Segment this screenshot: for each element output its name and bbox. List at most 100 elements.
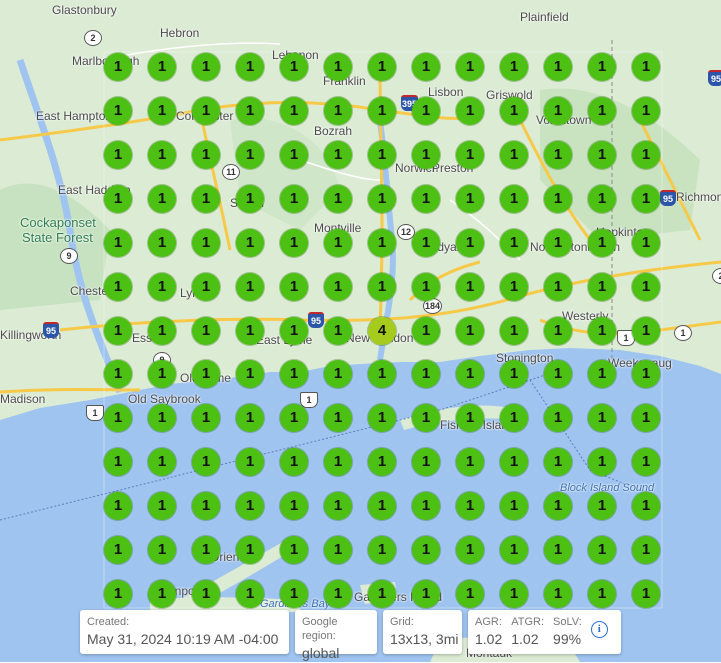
rank-pin[interactable]: 1 xyxy=(588,492,616,521)
rank-pin[interactable]: 1 xyxy=(588,184,616,213)
rank-pin[interactable]: 1 xyxy=(588,580,616,608)
rank-pin[interactable]: 1 xyxy=(192,316,220,345)
rank-pin[interactable]: 1 xyxy=(456,53,484,81)
rank-pin[interactable]: 1 xyxy=(544,536,572,565)
rank-pin[interactable]: 1 xyxy=(412,96,440,125)
rank-pin[interactable]: 1 xyxy=(236,228,264,257)
rank-pin[interactable]: 1 xyxy=(280,184,308,213)
rank-pin[interactable]: 1 xyxy=(500,536,528,565)
rank-pin[interactable]: 1 xyxy=(280,316,308,345)
rank-pin[interactable]: 1 xyxy=(632,140,660,169)
rank-pin[interactable]: 1 xyxy=(632,580,660,608)
rank-pin[interactable]: 1 xyxy=(368,96,396,125)
rank-pin[interactable]: 1 xyxy=(500,492,528,521)
rank-pin[interactable]: 1 xyxy=(236,96,264,125)
rank-pin[interactable]: 1 xyxy=(192,96,220,125)
rank-pin[interactable]: 1 xyxy=(456,580,484,608)
rank-pin[interactable]: 1 xyxy=(192,580,220,608)
rank-pin[interactable]: 1 xyxy=(236,536,264,565)
rank-pin[interactable]: 1 xyxy=(500,316,528,345)
rank-pin[interactable]: 1 xyxy=(412,272,440,301)
rank-pin[interactable]: 1 xyxy=(588,96,616,125)
rank-pin[interactable]: 1 xyxy=(368,53,396,81)
rank-pin[interactable]: 1 xyxy=(236,184,264,213)
rank-pin[interactable]: 1 xyxy=(148,184,176,213)
rank-pin[interactable]: 1 xyxy=(632,536,660,565)
rank-pin[interactable]: 1 xyxy=(324,316,352,345)
rank-pin[interactable]: 1 xyxy=(324,580,352,608)
rank-pin[interactable]: 1 xyxy=(324,140,352,169)
rank-pin[interactable]: 1 xyxy=(192,184,220,213)
rank-pin[interactable]: 1 xyxy=(544,316,572,345)
rank-pin[interactable]: 1 xyxy=(192,536,220,565)
rank-pin[interactable]: 1 xyxy=(412,316,440,345)
rank-pin[interactable]: 1 xyxy=(104,53,132,81)
rank-pin[interactable]: 1 xyxy=(280,140,308,169)
rank-pin[interactable]: 1 xyxy=(456,140,484,169)
rank-pin[interactable]: 1 xyxy=(500,580,528,608)
rank-pin[interactable]: 1 xyxy=(104,184,132,213)
rank-pin[interactable]: 1 xyxy=(148,96,176,125)
rank-pin[interactable]: 1 xyxy=(324,492,352,521)
rank-pin[interactable]: 1 xyxy=(412,228,440,257)
rank-pin[interactable]: 1 xyxy=(324,53,352,81)
rank-pin[interactable]: 1 xyxy=(148,272,176,301)
rank-pin[interactable]: 1 xyxy=(324,184,352,213)
rank-pin[interactable]: 1 xyxy=(280,492,308,521)
rank-pin[interactable]: 1 xyxy=(236,580,264,608)
rank-pin[interactable]: 1 xyxy=(368,536,396,565)
rank-pin[interactable]: 1 xyxy=(456,536,484,565)
rank-pin[interactable]: 1 xyxy=(588,272,616,301)
rank-pin[interactable]: 1 xyxy=(324,536,352,565)
rank-pin[interactable]: 1 xyxy=(104,228,132,257)
rank-pin[interactable]: 4 xyxy=(368,316,396,345)
rank-pin[interactable]: 1 xyxy=(236,53,264,81)
rank-pin[interactable]: 1 xyxy=(544,140,572,169)
rank-pin[interactable]: 1 xyxy=(412,580,440,608)
rank-pin[interactable]: 1 xyxy=(456,492,484,521)
rank-pin[interactable]: 1 xyxy=(104,140,132,169)
rank-pin[interactable]: 1 xyxy=(632,228,660,257)
rank-pin[interactable]: 1 xyxy=(500,184,528,213)
rank-pin[interactable]: 1 xyxy=(456,184,484,213)
rank-pin[interactable]: 1 xyxy=(280,272,308,301)
rank-pin[interactable]: 1 xyxy=(236,492,264,521)
rank-pin[interactable]: 1 xyxy=(368,140,396,169)
rank-pin[interactable]: 1 xyxy=(544,580,572,608)
rank-pin[interactable]: 1 xyxy=(324,272,352,301)
rank-pin[interactable]: 1 xyxy=(280,53,308,81)
rank-pin[interactable]: 1 xyxy=(456,96,484,125)
rank-pin[interactable]: 1 xyxy=(544,492,572,521)
rank-pin[interactable]: 1 xyxy=(192,140,220,169)
rank-pin[interactable]: 1 xyxy=(632,492,660,521)
rank-pin[interactable]: 1 xyxy=(148,316,176,345)
rank-pin[interactable]: 1 xyxy=(192,53,220,81)
rank-pin[interactable]: 1 xyxy=(632,96,660,125)
rank-pin[interactable]: 1 xyxy=(148,536,176,565)
rank-pin[interactable]: 1 xyxy=(280,536,308,565)
rank-pin[interactable]: 1 xyxy=(412,184,440,213)
rank-pin[interactable]: 1 xyxy=(148,492,176,521)
rank-pin[interactable]: 1 xyxy=(500,140,528,169)
rank-pin[interactable]: 1 xyxy=(544,96,572,125)
rank-pin[interactable]: 1 xyxy=(280,96,308,125)
rank-pin[interactable]: 1 xyxy=(544,272,572,301)
rank-pin[interactable]: 1 xyxy=(324,228,352,257)
rank-pin[interactable]: 1 xyxy=(148,140,176,169)
rank-pin[interactable]: 1 xyxy=(456,316,484,345)
rank-pin[interactable]: 1 xyxy=(368,492,396,521)
rank-pin[interactable]: 1 xyxy=(192,492,220,521)
rank-pin[interactable]: 1 xyxy=(192,272,220,301)
rank-pin[interactable]: 1 xyxy=(104,492,132,521)
rank-pin[interactable]: 1 xyxy=(456,272,484,301)
rank-pin[interactable]: 1 xyxy=(588,316,616,345)
rank-pin[interactable]: 1 xyxy=(588,140,616,169)
rank-pin[interactable]: 1 xyxy=(500,53,528,81)
rank-pin[interactable]: 1 xyxy=(148,580,176,608)
rank-pin[interactable]: 1 xyxy=(104,316,132,345)
rank-pin[interactable]: 1 xyxy=(412,536,440,565)
rank-pin[interactable]: 1 xyxy=(588,228,616,257)
rank-pin[interactable]: 1 xyxy=(148,228,176,257)
rank-pin[interactable]: 1 xyxy=(632,184,660,213)
rank-pin[interactable]: 1 xyxy=(104,536,132,565)
